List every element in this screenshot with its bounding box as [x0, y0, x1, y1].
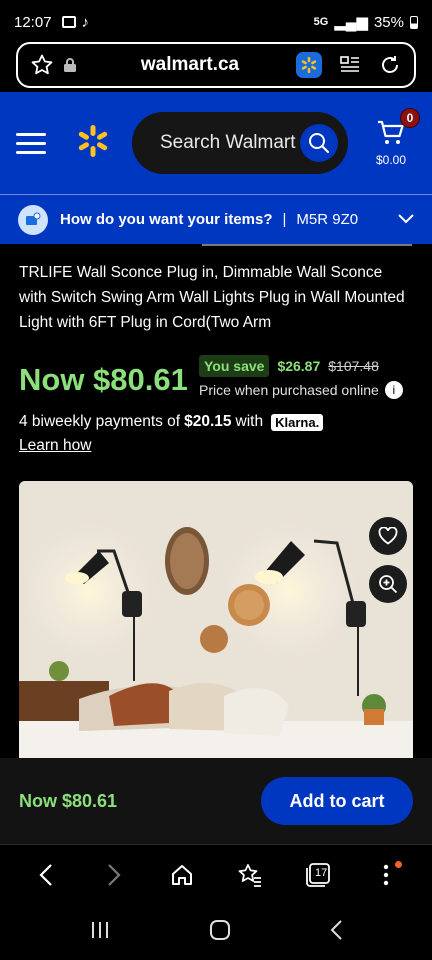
- network-type: 5G: [313, 16, 329, 28]
- gallery-icon: [61, 16, 76, 28]
- more-options-icon[interactable]: [366, 855, 406, 895]
- product-image[interactable]: [19, 481, 413, 758]
- klarna-offer: 4 biweekly payments of $20.15 with Klarn…: [19, 413, 324, 431]
- you-save-badge: You save: [199, 355, 270, 377]
- savings-row: You save $26.87 $107.48: [199, 355, 379, 377]
- battery-level: 35%: [373, 13, 404, 31]
- savings-amount: $26.87: [277, 358, 321, 374]
- postal-code: M5R 9Z0: [296, 211, 359, 228]
- search-input[interactable]: Search Walmart: [132, 112, 348, 174]
- zoom-in-icon[interactable]: [369, 565, 407, 603]
- current-price: Now $80.61: [19, 362, 188, 397]
- browser-toolbar: walmart.ca: [0, 38, 432, 92]
- search-icon[interactable]: [300, 124, 338, 162]
- walmart-header: Search Walmart 0 $0.00: [0, 92, 432, 194]
- system-nav-bar: [0, 904, 432, 960]
- battery-icon: [410, 15, 418, 29]
- menu-icon[interactable]: [16, 132, 46, 154]
- cart-button[interactable]: 0 $0.00: [366, 107, 420, 167]
- product-details: TRLIFE Wall Sconce Plug in, Dimmable Wal…: [0, 244, 432, 758]
- system-back-icon[interactable]: [329, 919, 343, 946]
- cart-icon: [377, 120, 405, 150]
- price-note: Price when purchased online i: [199, 381, 403, 399]
- sticky-price: Now $80.61: [19, 790, 118, 811]
- home-icon[interactable]: [162, 855, 202, 895]
- learn-how-link[interactable]: Learn how: [19, 437, 91, 455]
- lock-icon: [56, 51, 84, 79]
- delivery-prompt: How do you want your items?: [60, 211, 273, 228]
- signal-icon: ▂▄▆: [334, 14, 368, 31]
- was-price: $107.48: [328, 358, 379, 374]
- search-placeholder: Search Walmart: [160, 132, 296, 153]
- delivery-icon: [18, 204, 48, 235]
- klarna-amount: $20.15: [184, 413, 232, 430]
- status-time: 12:07: [14, 13, 52, 31]
- url-text[interactable]: walmart.ca: [84, 54, 296, 76]
- back-icon[interactable]: [26, 855, 66, 895]
- home-button-icon[interactable]: [209, 919, 231, 946]
- reload-icon[interactable]: [376, 51, 404, 79]
- tiktok-icon: ♪: [81, 13, 90, 31]
- site-spark-icon[interactable]: [296, 52, 322, 78]
- address-bar[interactable]: walmart.ca: [16, 42, 416, 88]
- reader-mode-icon[interactable]: [336, 51, 364, 79]
- info-icon[interactable]: i: [384, 381, 403, 399]
- favorite-heart-icon[interactable]: [369, 517, 407, 555]
- chevron-down-icon: [398, 211, 414, 228]
- bookmark-star-icon[interactable]: [28, 51, 56, 79]
- klarna-logo: Klarna.: [271, 413, 324, 431]
- product-title: TRLIFE Wall Sconce Plug in, Dimmable Wal…: [19, 264, 405, 331]
- sticky-cart-bar: Now $80.61 Add to cart: [0, 758, 432, 844]
- forward-icon[interactable]: [94, 855, 134, 895]
- bookmarks-icon[interactable]: [230, 855, 270, 895]
- tabs-icon[interactable]: 17: [298, 855, 338, 895]
- cart-count-badge: 0: [400, 107, 420, 128]
- walmart-spark-logo[interactable]: [76, 124, 110, 163]
- browser-bottom-nav: 17: [0, 844, 432, 904]
- delivery-selector[interactable]: How do you want your items? | M5R 9Z0: [0, 194, 432, 244]
- tab-count: 17: [315, 866, 328, 879]
- notification-dot: [395, 860, 402, 868]
- recent-apps-icon[interactable]: [89, 920, 111, 945]
- cart-total: $0.00: [375, 152, 407, 167]
- add-to-cart-button[interactable]: Add to cart: [261, 777, 413, 825]
